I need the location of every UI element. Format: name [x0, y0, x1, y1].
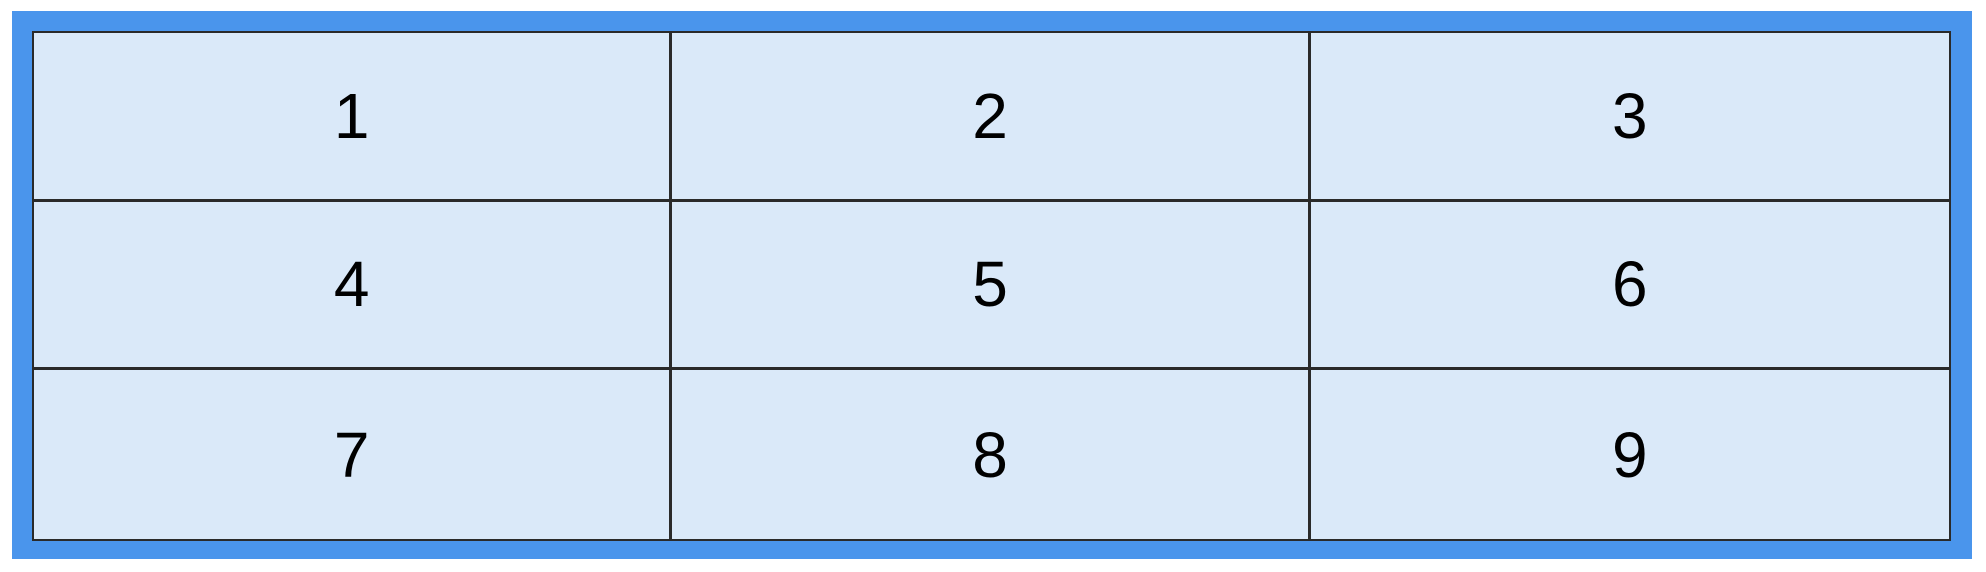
grid-cell-6[interactable]: 6: [1310, 201, 1949, 371]
grid-cell-8[interactable]: 8: [672, 370, 1311, 539]
grid-frame: 1 2 3 4 5 6 7 8 9: [12, 11, 1972, 559]
grid-cell-4[interactable]: 4: [34, 201, 673, 371]
grid-cell-1[interactable]: 1: [34, 33, 673, 202]
grid-cell-7[interactable]: 7: [34, 370, 673, 539]
grid-cell-5[interactable]: 5: [672, 201, 1311, 371]
grid-cell-9[interactable]: 9: [1310, 370, 1949, 539]
number-grid: 1 2 3 4 5 6 7 8 9: [32, 31, 1951, 541]
grid-cell-3[interactable]: 3: [1310, 33, 1949, 202]
grid-cell-2[interactable]: 2: [672, 33, 1311, 202]
